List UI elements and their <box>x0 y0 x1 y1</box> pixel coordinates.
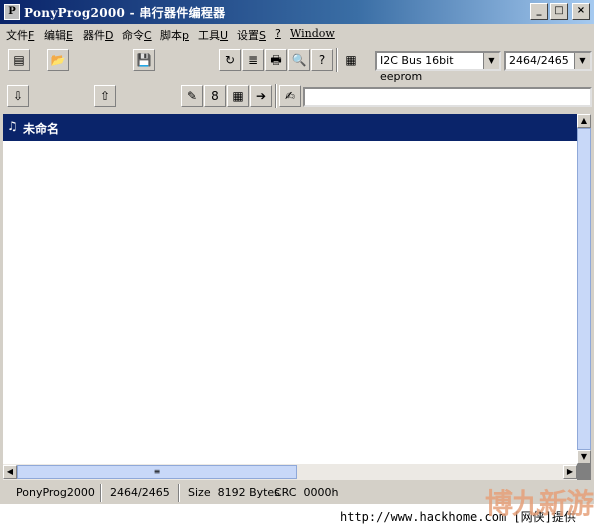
read-device-button[interactable]: ⇩ <box>7 85 29 107</box>
find-button[interactable]: 🔍 <box>288 49 310 71</box>
menu-help[interactable]: ? <box>275 27 281 40</box>
chip-icon: ▦ <box>345 53 357 67</box>
write-device-button[interactable]: ⇧ <box>94 85 116 107</box>
horizontal-scrollbar[interactable]: ◀ ≡ ▶ <box>3 464 577 480</box>
script-note-icon: ✍ <box>284 89 296 103</box>
menu-device[interactable]: 器件D <box>83 27 113 43</box>
status-separator <box>100 484 102 502</box>
grip-icon: ≡ <box>153 467 161 476</box>
read-device-icon: ⇩ <box>12 89 24 103</box>
scroll-left-button[interactable]: ◀ <box>3 465 17 479</box>
find-icon: 🔍 <box>291 53 307 67</box>
scroll-right-button[interactable]: ▶ <box>563 465 577 479</box>
security-bits-icon: 8 <box>211 89 219 103</box>
help-icon: ? <box>318 53 326 67</box>
chevron-down-icon[interactable]: ▼ <box>574 53 590 69</box>
status-app-name: PonyProg2000 <box>16 486 95 499</box>
menu-bar: 文件F 编辑E 器件D 命令C 脚本p 工具U 设置S ? Window <box>0 24 594 44</box>
security-bits-button[interactable]: 8 <box>204 85 226 107</box>
menu-file[interactable]: 文件F <box>6 27 34 43</box>
erase-icon: ✎ <box>186 89 198 103</box>
chip-button[interactable]: ▦ <box>340 49 362 71</box>
status-device: 2464/2465 <box>110 486 170 499</box>
device-toolbar: ⇩ ⇧ ✎ 8 ▦ ➔ ✍ <box>0 80 594 112</box>
reload-icon: ↻ <box>224 53 236 67</box>
print-icon: 🖶 <box>270 53 282 67</box>
menu-window[interactable]: Window <box>290 27 335 40</box>
minimize-button[interactable]: _ <box>530 3 548 20</box>
edit-note-icon: ≣ <box>247 53 259 67</box>
scroll-up-button[interactable]: ▲ <box>577 114 591 128</box>
window-title: PonyProg2000 - 串行器件编程器 <box>24 6 226 20</box>
maximize-button[interactable]: □ <box>550 3 568 20</box>
erase-button[interactable]: ✎ <box>181 85 203 107</box>
script-button[interactable]: ✍ <box>279 85 301 107</box>
save-disk-icon: 💾 <box>136 53 152 67</box>
print-button[interactable]: 🖶 <box>265 49 287 71</box>
open-button[interactable]: 📂 <box>47 49 69 71</box>
horizontal-scroll-thumb[interactable]: ≡ <box>17 465 297 479</box>
edit-note-button[interactable]: ≣ <box>242 49 264 71</box>
device-value: 2464/2465 <box>509 54 569 67</box>
help-button[interactable]: ? <box>311 49 333 71</box>
vertical-scroll-thumb[interactable] <box>577 128 591 450</box>
chevron-down-icon[interactable]: ▼ <box>483 53 499 69</box>
menu-command[interactable]: 命令C <box>122 27 152 43</box>
new-button[interactable]: ▤ <box>8 49 30 71</box>
reload-button[interactable]: ↻ <box>219 49 241 71</box>
program-grid-icon: ▦ <box>232 89 244 103</box>
menu-script[interactable]: 脚本p <box>160 27 189 43</box>
menu-utility[interactable]: 工具U <box>198 27 228 43</box>
new-icon: ▤ <box>13 53 25 67</box>
program-button[interactable]: ▦ <box>227 85 249 107</box>
next-arrow-icon: ➔ <box>255 89 267 103</box>
scroll-down-button[interactable]: ▼ <box>577 450 591 464</box>
save-button[interactable]: 💾 <box>133 49 155 71</box>
close-button[interactable]: × <box>572 3 590 20</box>
main-toolbar: ▤ 📂 💾 ↻ ≣ 🖶 🔍 ? ▦ I2C Bus 16bit eeprom ▼… <box>0 44 594 83</box>
next-button[interactable]: ➔ <box>250 85 272 107</box>
open-folder-icon: 📂 <box>50 53 66 67</box>
document-icon[interactable]: ♫ <box>7 119 18 133</box>
window-title-bar[interactable]: P PonyProg2000 - 串行器件编程器 _ □ × <box>0 0 594 24</box>
toolbar-separator <box>336 48 338 72</box>
status-crc: CRC 0000h <box>274 486 339 499</box>
write-device-icon: ⇧ <box>99 89 111 103</box>
status-separator <box>178 484 180 502</box>
status-size: Size 8192 Bytes <box>188 486 280 499</box>
document-title: 未命名 <box>23 122 60 136</box>
menu-setup[interactable]: 设置S <box>237 27 266 43</box>
app-icon[interactable]: P <box>4 4 20 20</box>
document-title-bar[interactable]: ♫ 未命名 <box>3 114 577 141</box>
vertical-scrollbar[interactable]: ▲ ▼ <box>577 114 591 464</box>
bus-type-value: I2C Bus 16bit eeprom <box>380 54 454 83</box>
hex-editor-area[interactable] <box>3 141 577 464</box>
toolbar-separator <box>275 84 277 108</box>
menu-edit[interactable]: 编辑E <box>44 27 73 43</box>
watermark-logo: 博九新游 <box>485 487 594 520</box>
device-select[interactable]: 2464/2465 ▼ <box>504 51 592 71</box>
address-input[interactable] <box>303 87 592 107</box>
bus-type-select[interactable]: I2C Bus 16bit eeprom ▼ <box>375 51 501 83</box>
